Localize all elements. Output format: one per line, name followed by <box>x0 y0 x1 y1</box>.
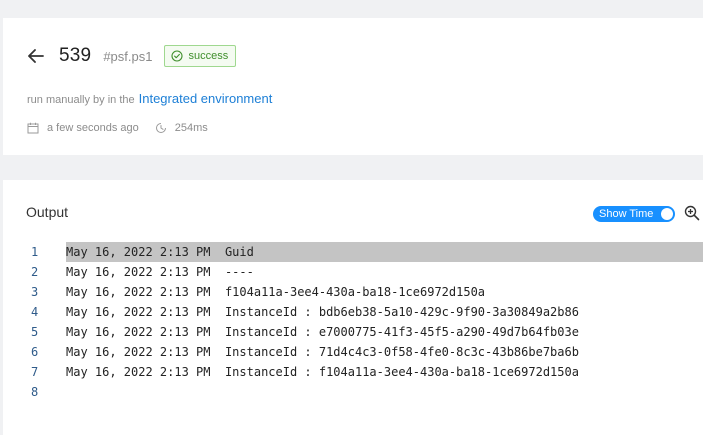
calendar-icon <box>27 122 39 134</box>
line-number: 2 <box>31 265 39 279</box>
log-line: 4 May 16, 2022 2:13 PM InstanceId : bdb6… <box>3 302 703 322</box>
show-time-toggle[interactable]: Show Time <box>593 206 675 222</box>
log-line: 3 May 16, 2022 2:13 PM f104a11a-3ee4-430… <box>3 282 703 302</box>
job-summary-card: 539 #psf.ps1 success run manually by in … <box>3 18 703 155</box>
line-number: 7 <box>31 365 39 379</box>
run-prefix: run manually by in the <box>27 94 135 106</box>
job-number: 539 <box>59 45 92 66</box>
log-text: May 16, 2022 2:13 PM InstanceId : f104a1… <box>66 365 579 379</box>
line-number: 5 <box>31 325 39 339</box>
zoom-button[interactable] <box>683 204 701 222</box>
log-line: 8 <box>3 382 703 402</box>
log-line: 7 May 16, 2022 2:13 PM InstanceId : f104… <box>3 362 703 382</box>
job-meta: a few seconds ago 254ms <box>27 122 224 134</box>
log-line: 2 May 16, 2022 2:13 PM ---- <box>3 262 703 282</box>
zoom-in-icon <box>684 205 700 221</box>
arrow-left-icon <box>28 49 44 63</box>
run-info: run manually by in the Integrated enviro… <box>27 91 272 106</box>
line-number: 8 <box>31 385 39 399</box>
duration: 254ms <box>155 122 208 134</box>
output-title: Output <box>26 204 69 220</box>
toggle-knob <box>661 208 673 220</box>
log-line: 5 May 16, 2022 2:13 PM InstanceId : e700… <box>3 322 703 342</box>
log-text: May 16, 2022 2:13 PM InstanceId : e70007… <box>66 325 579 339</box>
back-button[interactable] <box>27 47 45 65</box>
line-number: 1 <box>31 245 39 259</box>
line-number: 6 <box>31 345 39 359</box>
output-card: Output Show Time 1 May 16, 2022 2:13 PM … <box>3 180 703 435</box>
output-log[interactable]: 1 May 16, 2022 2:13 PM Guid 2 May 16, 20… <box>3 242 703 402</box>
line-number: 4 <box>31 305 39 319</box>
duration-label: 254ms <box>174 122 208 134</box>
log-text: May 16, 2022 2:13 PM Guid <box>66 242 703 262</box>
show-time-label: Show Time <box>599 208 654 220</box>
log-line: 6 May 16, 2022 2:13 PM InstanceId : 71d4… <box>3 342 703 362</box>
log-line: 1 May 16, 2022 2:13 PM Guid <box>3 242 703 262</box>
job-tag: #psf.ps1 <box>103 48 153 64</box>
log-text: May 16, 2022 2:13 PM f104a11a-3ee4-430a-… <box>66 285 486 299</box>
time-ago-label: a few seconds ago <box>47 122 139 134</box>
log-text: May 16, 2022 2:13 PM InstanceId : bdb6eb… <box>66 305 579 319</box>
log-text: May 16, 2022 2:13 PM InstanceId : 71d4c4… <box>66 345 579 359</box>
line-number: 3 <box>31 285 39 299</box>
status-label: success <box>188 50 229 62</box>
job-title-row: 539 #psf.ps1 success <box>27 44 237 68</box>
clock-icon <box>155 123 166 133</box>
environment-link[interactable]: Integrated environment <box>139 91 273 106</box>
time-ago: a few seconds ago <box>27 122 139 134</box>
log-text: May 16, 2022 2:13 PM ---- <box>66 265 254 279</box>
status-badge: success <box>164 45 237 67</box>
check-circle-icon <box>171 50 184 62</box>
